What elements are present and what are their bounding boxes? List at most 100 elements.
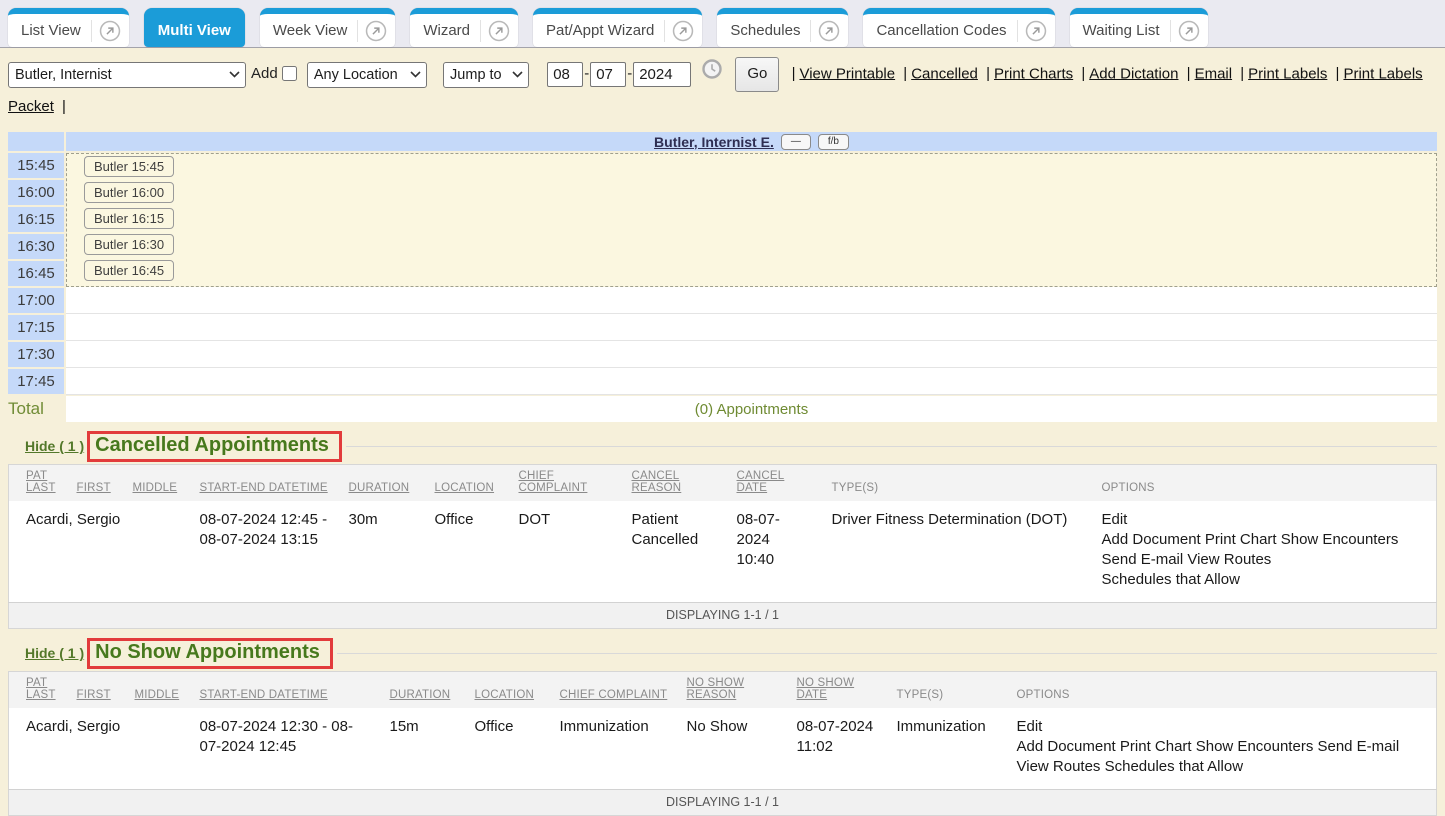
jump-to-select-value: Jump to <box>450 60 502 90</box>
tab-multi-view[interactable]: Multi View <box>144 8 245 47</box>
col-first[interactable]: FIRST <box>69 465 125 502</box>
duration: 30m <box>341 501 427 603</box>
open-in-new-window-icon[interactable] <box>672 20 694 42</box>
tab-week-view[interactable]: Week View <box>260 8 395 47</box>
go-button[interactable]: Go <box>735 57 779 92</box>
tab-wizard[interactable]: Wizard <box>410 8 518 47</box>
link-separator: | <box>1236 65 1248 82</box>
add-checkbox[interactable] <box>282 66 297 81</box>
view-printable-link[interactable]: View Printable <box>799 65 895 82</box>
cancelled-link[interactable]: Cancelled <box>911 65 978 82</box>
email-link[interactable]: Email <box>1195 65 1233 82</box>
col-start-end-datetime[interactable]: START-END DATETIME <box>192 465 341 502</box>
col-duration[interactable]: DURATION <box>382 672 467 709</box>
open-in-new-window-icon[interactable] <box>365 20 387 42</box>
col-cancel-reason[interactable]: CANCEL REASON <box>624 465 729 502</box>
clock-icon[interactable] <box>701 67 723 84</box>
collapse-column-button[interactable]: — <box>781 134 811 150</box>
patient-name: Acardi, Sergio <box>9 501 192 603</box>
slot-button[interactable]: Butler 16:15 <box>84 208 174 229</box>
col-start-end-datetime[interactable]: START-END DATETIME <box>192 672 382 709</box>
option-actions[interactable]: Schedules that Allow <box>1102 570 1429 590</box>
appointment-types: Immunization <box>889 708 1009 790</box>
tab-label: Multi View <box>158 22 231 39</box>
date-month-input[interactable] <box>547 62 583 87</box>
no-show-hide-link[interactable]: Hide ( 1 ) <box>25 645 84 661</box>
tab-list-view[interactable]: List View <box>8 8 129 47</box>
patient-name: Acardi, Sergio <box>9 708 192 790</box>
open-in-new-window-icon[interactable] <box>488 20 510 42</box>
col-chief-complaint[interactable]: CHIEF COMPLAINT <box>511 465 624 502</box>
link-separator: | <box>1183 65 1195 82</box>
col-pat-last[interactable]: PAT LAST <box>9 672 69 709</box>
date-year-input[interactable] <box>633 62 691 87</box>
chief-complaint: DOT <box>511 501 624 603</box>
chevron-down-icon <box>512 71 523 78</box>
open-in-new-window-icon[interactable] <box>1178 20 1200 42</box>
empty-schedule-row <box>66 314 1437 341</box>
tab-label: Wizard <box>423 22 470 39</box>
jump-to-select[interactable]: Jump to <box>443 62 529 88</box>
empty-schedule-row <box>66 368 1437 395</box>
fb-toggle-button[interactable]: f/b <box>818 134 849 150</box>
toolbar: Butler, Internist Add Any Location Jump … <box>0 48 1445 124</box>
empty-schedule-row <box>66 341 1437 368</box>
tab-waiting-list[interactable]: Waiting List <box>1070 8 1208 47</box>
col-location[interactable]: LOCATION <box>467 672 552 709</box>
provider-header-link[interactable]: Butler, Internist E. <box>654 134 774 150</box>
provider-select[interactable]: Butler, Internist <box>8 62 246 88</box>
open-in-new-window-icon[interactable] <box>1025 20 1047 42</box>
tab-pat-appt-wizard[interactable]: Pat/Appt Wizard <box>533 8 702 47</box>
location-select[interactable]: Any Location <box>307 62 427 88</box>
print-labels-link[interactable]: Print Labels <box>1248 65 1327 82</box>
add-dictation-link[interactable]: Add Dictation <box>1089 65 1178 82</box>
col-no-show-date[interactable]: NO SHOW DATE <box>789 672 889 709</box>
section-divider-line <box>337 653 1437 654</box>
duration: 15m <box>382 708 467 790</box>
no-show-date: 08-07-2024 11:02 <box>789 708 889 790</box>
col-no-show-reason[interactable]: NO SHOW REASON <box>679 672 789 709</box>
options-cell: Edit Add Document Print Chart Show Encou… <box>1009 708 1437 790</box>
tab-divider <box>480 20 481 42</box>
slot-button[interactable]: Butler 15:45 <box>84 156 174 177</box>
option-actions[interactable]: Add Document Print Chart Show Encounters… <box>1102 530 1429 570</box>
start-end-datetime: 08-07-2024 12:45 - 08-07-2024 13:15 <box>192 501 341 603</box>
date-day-input[interactable] <box>590 62 626 87</box>
open-in-new-window-icon[interactable] <box>99 20 121 42</box>
cancelled-table-header-row: PAT LAST FIRST MIDDLE START-END DATETIME… <box>9 465 1437 502</box>
time-label: 16:30 <box>8 234 64 259</box>
tab-schedules[interactable]: Schedules <box>717 8 848 47</box>
col-duration[interactable]: DURATION <box>341 465 427 502</box>
option-actions[interactable]: Edit <box>1102 510 1429 530</box>
slot-button[interactable]: Butler 16:45 <box>84 260 174 281</box>
date-separator: - <box>627 65 632 82</box>
tab-divider <box>357 20 358 42</box>
option-actions[interactable]: Edit <box>1017 717 1429 737</box>
total-row: Total (0) Appointments <box>8 396 1437 422</box>
appointment-types: Driver Fitness Determination (DOT) <box>824 501 1094 603</box>
col-first[interactable]: FIRST <box>69 672 127 709</box>
open-slot-block: Butler 15:45 Butler 16:00 Butler 16:15 B… <box>66 153 1437 287</box>
tab-cancellation-codes[interactable]: Cancellation Codes <box>863 8 1054 47</box>
col-pat-last[interactable]: PAT LAST <box>9 465 69 502</box>
option-actions[interactable]: Add Document Print Chart Show Encounters… <box>1017 737 1429 777</box>
no-show-section-header: Hide ( 1 ) No Show Appointments <box>8 635 1437 671</box>
slot-button[interactable]: Butler 16:00 <box>84 182 174 203</box>
tab-divider <box>1017 20 1018 42</box>
col-middle[interactable]: MIDDLE <box>127 672 192 709</box>
chief-complaint: Immunization <box>552 708 679 790</box>
cancel-reason: Patient Cancelled <box>624 501 729 603</box>
cancelled-hide-link[interactable]: Hide ( 1 ) <box>25 438 84 454</box>
open-in-new-window-icon[interactable] <box>818 20 840 42</box>
tab-label: Pat/Appt Wizard <box>546 22 654 39</box>
tab-label: Waiting List <box>1083 22 1160 39</box>
col-cancel-date[interactable]: CANCEL DATE <box>729 465 824 502</box>
col-chief-complaint[interactable]: CHIEF COMPLAINT <box>552 672 679 709</box>
col-middle[interactable]: MIDDLE <box>125 465 192 502</box>
displaying-count: DISPLAYING 1-1 / 1 <box>9 790 1437 816</box>
col-location[interactable]: LOCATION <box>427 465 511 502</box>
print-charts-link[interactable]: Print Charts <box>994 65 1073 82</box>
slot-button[interactable]: Butler 16:30 <box>84 234 174 255</box>
cancelled-section-header: Hide ( 1 ) Cancelled Appointments <box>8 428 1437 464</box>
time-label: 17:30 <box>8 342 64 367</box>
